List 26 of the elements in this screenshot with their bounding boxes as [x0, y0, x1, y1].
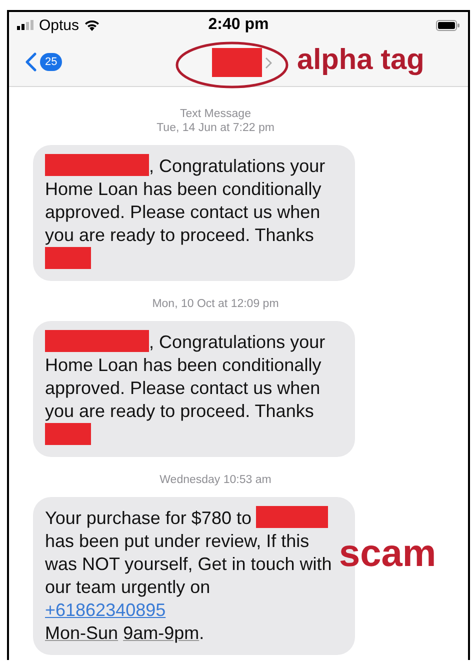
message-text: Your purchase for $780 to [45, 508, 252, 528]
message-text: has been put under review, If this was NOT yourself, Get in touch with our team urgently on [45, 530, 332, 599]
redaction-block [45, 247, 91, 269]
message-timestamp: Text Message [180, 107, 251, 121]
message-timestamp: Tue, 14 Jun at 7:22 pm [156, 121, 274, 135]
message-text: , Congratulations your [149, 156, 326, 176]
detected-text-link[interactable]: Mon-Sun [45, 623, 118, 643]
carrier-name: Optus [39, 16, 80, 34]
redaction-block [45, 423, 91, 445]
message-text: , Congratulations your [149, 332, 326, 352]
chevron-right-icon [265, 56, 272, 68]
chevron-left-icon [25, 52, 37, 72]
message-text: Home Loan has been conditionally approved. Please contact us when you are ready to proceed. Thanks [45, 354, 322, 423]
wifi-icon [84, 19, 100, 31]
signal-icon [17, 20, 34, 30]
back-button[interactable]: 25 [25, 52, 62, 72]
annotation-label: alpha tag [297, 44, 424, 77]
battery-icon [436, 20, 460, 30]
message-text: Home Loan has been conditionally approved. Please contact us when you are ready to proceed. Thanks [45, 178, 322, 247]
message-timestamp: Wednesday 10:53 am [160, 473, 272, 487]
status-time: 2:40 pm [208, 16, 269, 34]
message-text: . [199, 623, 204, 643]
annotation-label: scam [339, 533, 436, 576]
detected-text-link[interactable]: 9am-9pm [123, 623, 200, 643]
message-timestamp: Mon, 10 Oct at 12:09 pm [152, 297, 279, 311]
unread-count-badge: 25 [40, 53, 62, 71]
